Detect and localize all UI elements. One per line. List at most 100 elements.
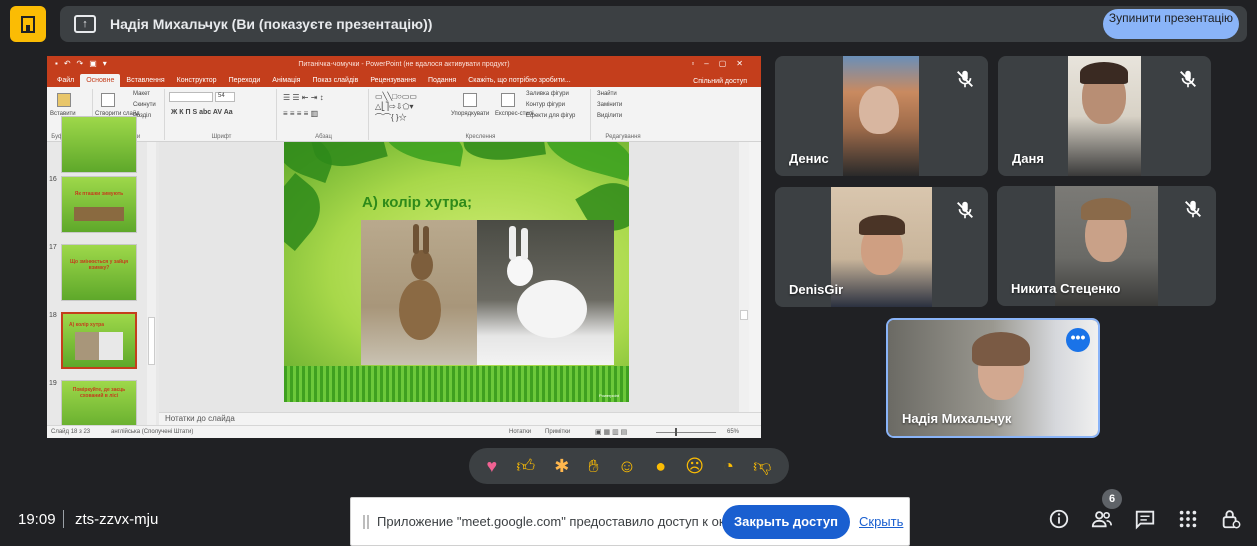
hare-head [411, 250, 433, 280]
mic-off-icon [1180, 70, 1196, 88]
participant-tile-nikita[interactable]: Никита Стеценко [997, 186, 1216, 306]
hare-ear [521, 228, 528, 260]
align-buttons[interactable]: ≡ ≡ ≡ ≡ ▥ [283, 109, 318, 118]
font-size-select[interactable]: 54 [215, 92, 235, 102]
shape-outline-button[interactable]: Контур фігури [526, 102, 565, 108]
font-name-select[interactable] [169, 92, 213, 102]
stop-presenting-button[interactable]: Зупинити презентацію [1103, 9, 1239, 39]
shapes-gallery-row3[interactable]: ⌒⌒{ }☆ [375, 112, 407, 123]
chat-icon[interactable] [1134, 508, 1156, 530]
hare-body [517, 280, 587, 338]
slide-thumbnail-16[interactable]: Як пташки зимують [61, 176, 137, 233]
shapes-gallery-row2[interactable]: △⎣⎤⇨⇩⬠▾ [375, 102, 414, 111]
view-buttons[interactable]: ▣ ▦ ▥ ▤ [595, 428, 627, 436]
surprised-face-icon[interactable]: ● [655, 457, 666, 475]
thumbs-down-icon[interactable]: 👎︎ [753, 457, 771, 475]
quick-styles-icon[interactable] [501, 93, 515, 107]
tab-transitions[interactable]: Переходи [223, 74, 267, 87]
slide-thumbnail-15[interactable] [61, 116, 137, 173]
leaf-decoration [462, 142, 546, 166]
participant-tile-denys[interactable]: Денис [775, 56, 988, 176]
layout-button[interactable]: Макет [133, 91, 150, 97]
sparkling-heart-icon[interactable]: ♥ [487, 457, 498, 475]
hide-notification-link[interactable]: Скрыть [859, 514, 903, 529]
notes-pane[interactable]: Нотатки до слайда [159, 412, 761, 425]
people-icon[interactable] [1091, 508, 1113, 530]
thumbnail-scrollbar[interactable] [147, 142, 156, 425]
participant-hair [1080, 62, 1128, 84]
leaf-decoration [381, 142, 467, 167]
zoom-level[interactable]: 65% [727, 429, 739, 435]
thumbnail-title: А) колір хутра [69, 322, 105, 328]
participant-video [843, 56, 919, 176]
participant-hair [1081, 198, 1131, 220]
ppt-workspace: 16 Як пташки зимують 17 Що змінюється у … [47, 116, 761, 437]
shape-effects-button[interactable]: Ефекти для фігур [526, 113, 575, 119]
shape-fill-button[interactable]: Заливка фігури [526, 91, 569, 97]
clapping-hands-icon[interactable]: ✋︎ [588, 457, 598, 475]
arrange-label: Упорядкувати [451, 111, 490, 117]
arrange-icon[interactable] [463, 93, 477, 107]
participant-name: Никита Стеценко [1011, 281, 1121, 296]
host-controls-lock-icon[interactable] [1220, 508, 1242, 530]
presenting-banner: ↑ Надія Михальчук (Ви (показуєте презент… [60, 6, 1247, 42]
tab-home[interactable]: Основне [80, 74, 121, 87]
party-popper-icon[interactable]: ✱ [554, 457, 569, 475]
participant-tile-danya[interactable]: Даня [998, 56, 1211, 176]
tears-of-joy-icon[interactable]: ☺ [618, 457, 636, 475]
paragraph-label: Абзац [315, 134, 332, 140]
slide-thumbnail-17[interactable]: Що змінюється у зайця взимку? [61, 244, 137, 301]
info-icon[interactable] [1048, 508, 1070, 530]
shapes-gallery[interactable]: ▭╲╲□○▭▭ [375, 92, 417, 101]
thumbs-up-icon[interactable]: 👍︎ [516, 457, 535, 475]
meet-window: ↑ Надія Михальчук (Ви (показуєте презент… [0, 0, 1257, 546]
thumbnail-title: Поміркуйте, де заєць схований в лісі [72, 387, 126, 399]
participant-video [831, 187, 932, 307]
replace-button[interactable]: Замінити [597, 102, 622, 108]
font-label: Шрифт [211, 134, 232, 140]
meeting-time: 19:09 [18, 511, 56, 528]
list-buttons[interactable]: ☰ ☰ ⇤ ⇥ ↕ [283, 93, 324, 102]
participant-hair [859, 215, 905, 235]
window-controls: ▫–▢✕ [691, 59, 753, 68]
comments-toggle[interactable]: Примітки [545, 429, 570, 435]
more-options-icon[interactable]: ••• [1066, 328, 1090, 352]
paste-icon[interactable] [57, 93, 71, 107]
reset-button[interactable]: Скинути [133, 102, 156, 108]
select-button[interactable]: Виділити [597, 113, 622, 119]
language-indicator[interactable]: англійська (Сполучені Штати) [111, 429, 193, 435]
zoom-slider[interactable] [656, 432, 716, 433]
slide-scrollbar[interactable] [739, 142, 749, 412]
leaf-decoration [284, 172, 334, 252]
notes-toggle[interactable]: Нотатки [509, 429, 531, 435]
font-format-buttons[interactable]: Ж К П S abc AV Aa [171, 109, 233, 116]
participant-tile-denisgir[interactable]: DenisGir [775, 187, 988, 307]
share-message: Приложение "meet.google.com" предоставил… [377, 514, 741, 529]
participant-name: Денис [789, 151, 829, 166]
find-button[interactable]: Знайти [597, 91, 617, 97]
tell-me-search[interactable]: Скажіть, що потрібно зробити... [462, 74, 576, 87]
leaf-decoration [540, 142, 629, 181]
participant-tile-self[interactable]: ••• Надія Михальчук [886, 318, 1100, 438]
stop-sharing-button[interactable]: Закрыть доступ [722, 505, 850, 539]
current-slide[interactable]: А) колір хутра; Powerpoint [284, 142, 629, 402]
tab-animations[interactable]: Анімація [266, 74, 306, 87]
tab-file[interactable]: Файл [51, 74, 80, 87]
tab-slideshow[interactable]: Показ слайдів [306, 74, 364, 87]
screen-share-notification: Приложение "meet.google.com" предоставил… [350, 497, 910, 546]
tab-design[interactable]: Конструктор [171, 74, 223, 87]
hare-ear [509, 226, 516, 260]
drag-handle-icon[interactable] [363, 514, 369, 529]
activities-grid-icon[interactable] [1177, 508, 1199, 530]
crying-face-icon[interactable]: ☹ [685, 457, 704, 475]
slide-credit: Powerpoint [598, 393, 619, 398]
tab-insert[interactable]: Вставлення [120, 74, 170, 87]
zoom-slider-handle[interactable] [675, 428, 677, 436]
thinking-face-icon[interactable]: ◔ [723, 457, 734, 475]
tab-review[interactable]: Рецензування [364, 74, 422, 87]
tab-view[interactable]: Подання [422, 74, 462, 87]
slide-thumbnail-18[interactable]: А) колір хутра [61, 312, 137, 369]
slide-counter: Слайд 18 з 23 [51, 429, 91, 435]
divider [63, 510, 64, 528]
new-slide-icon[interactable] [101, 93, 115, 107]
